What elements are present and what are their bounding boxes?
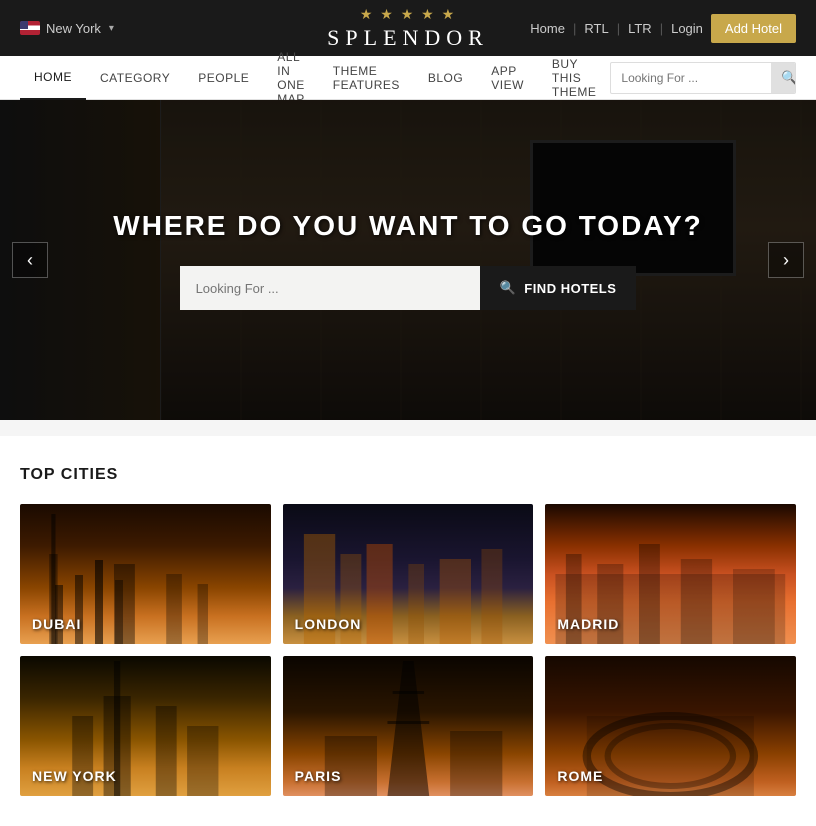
top-cities-title: TOP CITIES xyxy=(20,466,796,484)
search-icon: 🔍 xyxy=(500,280,517,296)
hero-title: WHERE DO YOU WANT TO GO TODAY? xyxy=(108,210,708,242)
city-name-dubai: DUBAI xyxy=(32,616,81,632)
nav-links: HOME CATEGORY PEOPLE ALL IN ONE MAP THEM… xyxy=(20,56,610,100)
chevron-down-icon: ▾ xyxy=(109,23,114,34)
nav-item-home[interactable]: HOME xyxy=(20,56,86,100)
city-card-london[interactable]: LONDON xyxy=(283,504,534,644)
nav-item-all-in-one-map[interactable]: ALL IN ONE MAP xyxy=(263,56,319,100)
city-name-rome: ROME xyxy=(557,768,603,784)
nav-search-button[interactable]: 🔍 xyxy=(771,62,796,94)
search-icon: 🔍 xyxy=(781,70,796,85)
city-name-newyork: NEW YORK xyxy=(32,768,117,784)
hero-prev-button[interactable]: ‹ xyxy=(12,242,48,278)
logo[interactable]: ★ ★ ★ ★ ★ SPLENDOR xyxy=(327,6,489,51)
nav-item-buy-theme[interactable]: BUY THIS THEME xyxy=(538,56,611,100)
hero-find-button[interactable]: 🔍 FIND HOTELS xyxy=(480,266,637,310)
flag-icon xyxy=(20,21,40,35)
site-header: New York ▾ ★ ★ ★ ★ ★ SPLENDOR Home | RTL… xyxy=(0,0,816,56)
city-card-madrid[interactable]: MADRID xyxy=(545,504,796,644)
top-cities-section: TOP CITIES DUBAI xyxy=(0,436,816,826)
nav-search-input[interactable] xyxy=(611,71,771,85)
city-card-dubai[interactable]: DUBAI xyxy=(20,504,271,644)
header-nav: Home | RTL | LTR | Login Add Hotel xyxy=(530,14,796,43)
location-label: New York xyxy=(46,21,101,36)
find-hotels-label: FIND HOTELS xyxy=(524,281,616,296)
login-link[interactable]: Login xyxy=(671,21,703,36)
rtl-link[interactable]: RTL xyxy=(584,21,608,36)
hero-search-input[interactable] xyxy=(180,266,480,310)
nav-item-people[interactable]: PEOPLE xyxy=(184,56,263,100)
cities-grid: DUBAI LONDON xyxy=(20,504,796,796)
nav-search-form: 🔍 xyxy=(610,62,796,94)
logo-text: SPLENDOR xyxy=(327,25,489,50)
logo-stars: ★ ★ ★ ★ ★ xyxy=(327,6,489,23)
city-name-paris: PARIS xyxy=(295,768,342,784)
city-card-newyork[interactable]: NEW YORK xyxy=(20,656,271,796)
hero-search-form: 🔍 FIND HOTELS xyxy=(108,266,708,310)
city-card-paris[interactable]: PARIS xyxy=(283,656,534,796)
hero-content: WHERE DO YOU WANT TO GO TODAY? 🔍 FIND HO… xyxy=(108,210,708,310)
nav-item-blog[interactable]: BLOG xyxy=(414,56,477,100)
city-name-madrid: MADRID xyxy=(557,616,619,632)
ltr-link[interactable]: LTR xyxy=(628,21,652,36)
nav-item-app-view[interactable]: APP VIEW xyxy=(477,56,538,100)
nav-item-theme-features[interactable]: THEME FEATURES xyxy=(319,56,414,100)
city-card-rome[interactable]: ROME xyxy=(545,656,796,796)
add-hotel-button[interactable]: Add Hotel xyxy=(711,14,796,43)
nav-item-category[interactable]: CATEGORY xyxy=(86,56,184,100)
main-nav: HOME CATEGORY PEOPLE ALL IN ONE MAP THEM… xyxy=(0,56,816,100)
hero-next-button[interactable]: › xyxy=(768,242,804,278)
home-link[interactable]: Home xyxy=(530,21,565,36)
city-name-london: LONDON xyxy=(295,616,362,632)
location-selector[interactable]: New York ▾ xyxy=(20,21,114,36)
hero-section: ‹ › WHERE DO YOU WANT TO GO TODAY? 🔍 FIN… xyxy=(0,100,816,420)
gap xyxy=(0,420,816,436)
